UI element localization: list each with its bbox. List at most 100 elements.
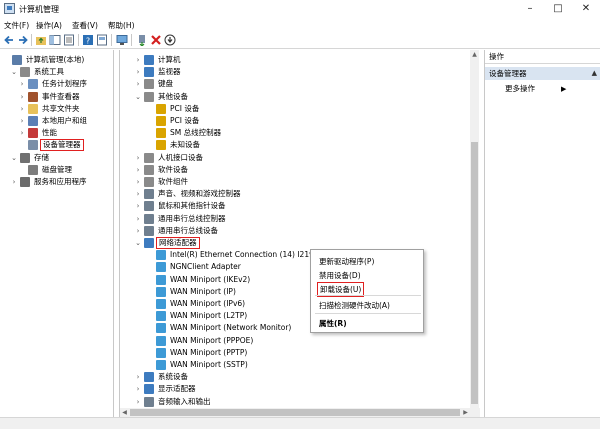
menu-file[interactable]: 文件(F) xyxy=(4,20,29,31)
menu-action[interactable]: 操作(A) xyxy=(36,20,62,31)
users-icon xyxy=(28,116,38,126)
device-tree-label: 系统设备 xyxy=(158,372,188,382)
services-icon xyxy=(20,177,30,187)
collapse-icon[interactable]: ⌄ xyxy=(134,237,142,249)
expand-icon[interactable]: › xyxy=(10,176,18,188)
scroll-right-icon[interactable]: ▶ xyxy=(461,408,470,417)
scroll-left-icon[interactable]: ◀ xyxy=(120,408,129,417)
actions-section-device-manager[interactable]: 设备管理器 ▲ xyxy=(485,67,600,80)
expand-icon[interactable]: › xyxy=(134,176,142,188)
scroll-thumb[interactable] xyxy=(471,142,478,404)
hid-icon xyxy=(144,152,154,163)
computer-manage-icon xyxy=(12,55,22,65)
expand-icon[interactable]: › xyxy=(18,103,26,115)
context-menu: 更新驱动程序(P) 禁用设备(D) 卸载设备(U) 扫描检测硬件改动(A) 属性… xyxy=(310,249,424,333)
expand-icon[interactable]: › xyxy=(134,152,142,164)
update-driver-icon[interactable] xyxy=(136,34,148,46)
console-tree[interactable]: 计算机管理(本地) ⌄ 系统工具 › 任务计划程序 › 事件查看器 › 共享文件夹 › 本地用户和组… xyxy=(0,50,114,417)
device-tree-label: PCI 设备 xyxy=(170,116,200,125)
expand-icon[interactable]: › xyxy=(134,371,142,383)
network-card-icon xyxy=(156,286,166,297)
expand-icon[interactable]: › xyxy=(134,66,142,78)
maximize-button[interactable]: □ xyxy=(544,0,572,18)
minimize-button[interactable]: – xyxy=(516,0,544,18)
expand-icon[interactable]: › xyxy=(134,383,142,395)
back-arrow-icon[interactable] xyxy=(3,34,15,46)
device-tree-label: PCI 设备 xyxy=(170,103,200,113)
device-tree-label: NGNClient Adapter xyxy=(170,262,241,272)
system-device-icon xyxy=(144,372,154,383)
horizontal-scrollbar[interactable]: ◀ ▶ xyxy=(120,408,480,417)
audio-icon xyxy=(144,396,154,407)
device-tree-label: 其他设备 xyxy=(158,91,188,101)
expand-icon[interactable]: › xyxy=(134,54,142,66)
expand-icon[interactable]: › xyxy=(18,127,26,139)
expand-icon[interactable]: › xyxy=(18,115,26,127)
actions-pane: 操作 设备管理器 ▲ 更多操作 ▶ xyxy=(484,50,600,417)
close-window-button[interactable]: ✕ xyxy=(572,0,600,18)
expand-icon[interactable]: › xyxy=(134,200,142,212)
menu-view[interactable]: 查看(V) xyxy=(72,20,98,31)
actions-section-label: 设备管理器 xyxy=(489,69,527,78)
collapse-icon[interactable]: ⌄ xyxy=(10,66,18,78)
expand-icon[interactable]: › xyxy=(18,91,26,103)
device-tree-label: WAN Miniport (PPTP) xyxy=(170,347,248,357)
menu-help[interactable]: 帮助(H) xyxy=(108,20,135,31)
console-tree-label: 存储 xyxy=(34,152,49,162)
expand-icon[interactable]: › xyxy=(134,213,142,225)
view-icon[interactable] xyxy=(96,34,108,46)
submenu-arrow-icon: ▶ xyxy=(561,85,567,93)
unknown-device-icon xyxy=(156,103,166,114)
device-tree-label: WAN Miniport (PPPOE) xyxy=(170,335,254,345)
more-actions-link[interactable]: 更多操作 ▶ xyxy=(505,83,566,95)
menu-bar: 文件(F) 操作(A) 查看(V) 帮助(H) xyxy=(0,18,600,32)
title-bar: 计算机管理 – □ ✕ xyxy=(0,0,600,18)
console-tree-label: 性能 xyxy=(42,128,57,138)
network-card-icon xyxy=(156,311,166,322)
device-tree-label: WAN Miniport (SSTP) xyxy=(170,360,248,369)
show-hide-tree-icon[interactable] xyxy=(49,34,61,46)
uninstall-icon[interactable] xyxy=(150,34,162,46)
device-manager-icon xyxy=(28,140,38,151)
expand-icon[interactable]: › xyxy=(134,164,142,176)
console-tree-label: 计算机管理(本地) xyxy=(26,55,85,64)
network-card-icon xyxy=(156,274,166,285)
expand-icon[interactable]: › xyxy=(18,78,26,90)
collapse-up-icon[interactable]: ▲ xyxy=(592,67,597,80)
device-tree-label: 通用串行总线设备 xyxy=(158,225,218,235)
menu-disable-device[interactable]: 禁用设备(D) xyxy=(319,270,361,281)
menu-update-driver[interactable]: 更新驱动程序(P) xyxy=(319,256,374,267)
expand-icon[interactable]: › xyxy=(134,188,142,200)
properties-list-icon[interactable] xyxy=(63,34,75,46)
unknown-device-icon xyxy=(156,140,166,151)
device-tree-label: Intel(R) Ethernet Connection (14) I219 xyxy=(170,250,314,260)
performance-icon xyxy=(28,128,38,139)
computer-management-icon xyxy=(4,3,15,14)
expand-icon[interactable]: › xyxy=(134,78,142,90)
device-tree-label: WAN Miniport (IP) xyxy=(170,286,236,296)
actions-header: 操作 xyxy=(485,50,600,64)
collapse-icon[interactable]: ⌄ xyxy=(10,152,18,164)
expand-icon[interactable]: › xyxy=(134,225,142,237)
hscroll-thumb[interactable] xyxy=(130,409,460,416)
scan-hardware-icon[interactable] xyxy=(164,34,176,46)
menu-properties[interactable]: 属性(R) xyxy=(319,318,347,329)
scroll-up-icon[interactable]: ▲ xyxy=(470,50,479,59)
up-folder-icon[interactable] xyxy=(35,34,47,46)
device-tree[interactable]: ▲ ▼ ◀ ▶ › 计算机 › 监视器 › 键盘 ⌄ 其他设备 PCI 设备 PCI 设备 SM 总… xyxy=(119,50,480,417)
sound-icon xyxy=(144,189,154,200)
expand-icon[interactable]: › xyxy=(134,396,142,408)
forward-arrow-icon[interactable] xyxy=(17,34,29,46)
device-tree-label: 键盘 xyxy=(158,79,173,89)
menu-scan-hardware-changes[interactable]: 扫描检测硬件改动(A) xyxy=(319,300,390,311)
help-icon[interactable]: ? xyxy=(82,34,94,46)
monitor-icon[interactable] xyxy=(116,34,128,46)
device-tree-label: 人机接口设备 xyxy=(158,152,203,162)
collapse-icon[interactable]: ⌄ xyxy=(134,91,142,103)
vertical-scrollbar[interactable]: ▲ ▼ xyxy=(470,50,479,417)
device-tree-label: 软件组件 xyxy=(158,177,188,186)
toolbar: ? xyxy=(0,32,600,49)
status-bar xyxy=(0,417,600,429)
device-tree-label: 音频输入和输出 xyxy=(158,396,211,406)
usb-icon xyxy=(144,213,154,224)
